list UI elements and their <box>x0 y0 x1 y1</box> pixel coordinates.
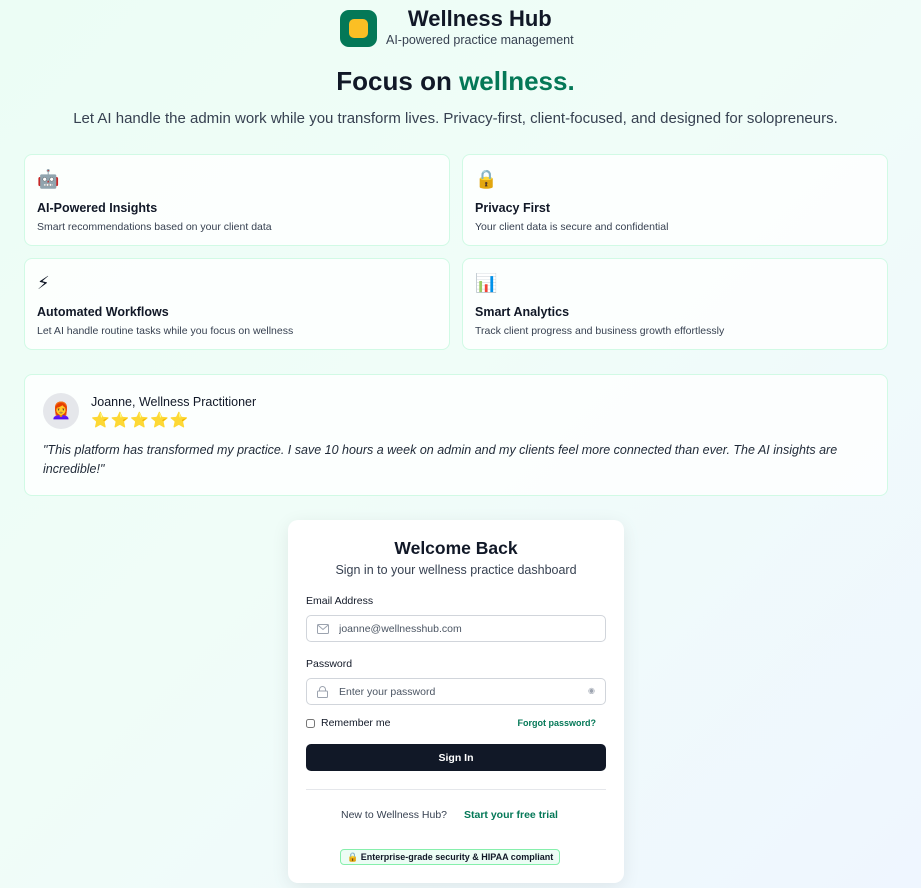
testimonial-quote: "This platform has transformed my practi… <box>43 443 838 476</box>
feature-card-analytics: 📊 Smart Analytics Track client progress … <box>462 258 888 350</box>
feature-description: Let AI handle routine tasks while you fo… <box>37 325 294 337</box>
logo-icon <box>340 10 377 47</box>
feature-description: Track client progress and business growt… <box>475 325 725 337</box>
hero-title-accent: wellness. <box>459 66 575 96</box>
feature-title: Smart Analytics <box>475 305 570 319</box>
free-trial-link[interactable]: Start your free trial <box>464 809 558 821</box>
app-header: Wellness Hub AI-powered practice managem… <box>340 8 574 49</box>
brand-title: Wellness Hub <box>407 6 552 31</box>
brand-subtitle: AI-powered practice management <box>386 33 574 47</box>
lock-icon: 🔒 <box>475 169 498 189</box>
robot-icon: 🤖 <box>37 169 60 189</box>
email-field[interactable] <box>339 622 569 635</box>
eye-icon[interactable]: ◉ <box>588 686 595 695</box>
hero-subtitle: Let AI handle the admin work while you t… <box>73 110 838 127</box>
new-user-text: New to Wellness Hub? <box>341 809 448 821</box>
email-label: Email Address <box>306 595 374 607</box>
login-subtitle: Sign in to your wellness practice dashbo… <box>335 563 577 577</box>
bar-chart-icon: 📊 <box>475 273 498 293</box>
email-field-wrapper <box>306 615 606 642</box>
remember-me[interactable]: Remember me <box>306 717 390 729</box>
testimonial-card: 👩‍🦰 Joanne, Wellness Practitioner ⭐⭐⭐⭐⭐ … <box>24 374 888 496</box>
feature-description: Your client data is secure and confident… <box>475 221 669 233</box>
feature-card-ai-insights: 🤖 AI-Powered Insights Smart recommendati… <box>24 154 450 246</box>
lock-icon <box>317 685 331 698</box>
divider <box>306 789 606 790</box>
login-card: Welcome Back Sign in to your wellness pr… <box>288 520 624 883</box>
password-label: Password <box>306 658 353 670</box>
password-field-wrapper: ◉ <box>306 678 606 705</box>
sign-in-button[interactable]: Sign In <box>306 744 606 771</box>
mail-icon <box>317 623 331 634</box>
hero-title-prefix: Focus on <box>336 66 460 96</box>
feature-title: Privacy First <box>475 201 551 215</box>
forgot-password-link[interactable]: Forgot password? <box>518 718 597 728</box>
feature-card-privacy: 🔒 Privacy First Your client data is secu… <box>462 154 888 246</box>
remember-me-checkbox[interactable] <box>306 718 315 728</box>
star-rating: ⭐⭐⭐⭐⭐ <box>91 412 190 429</box>
brand: Wellness Hub AI-powered practice managem… <box>386 8 574 49</box>
feature-title: AI-Powered Insights <box>37 201 158 215</box>
feature-card-workflows: ⚡ Automated Workflows Let AI handle rout… <box>24 258 450 350</box>
hero-title: Focus on wellness. <box>0 66 911 97</box>
login-title: Welcome Back <box>394 538 518 558</box>
password-field[interactable] <box>339 685 569 698</box>
feature-title: Automated Workflows <box>37 305 169 319</box>
avatar: 👩‍🦰 <box>43 393 79 429</box>
lightning-icon: ⚡ <box>37 273 50 293</box>
security-badge: 🔒 Enterprise-grade security & HIPAA comp… <box>340 849 561 865</box>
testimonial-author: Joanne, Wellness Practitioner <box>91 395 257 409</box>
feature-description: Smart recommendations based on your clie… <box>37 221 272 233</box>
remember-me-label: Remember me <box>321 717 391 729</box>
